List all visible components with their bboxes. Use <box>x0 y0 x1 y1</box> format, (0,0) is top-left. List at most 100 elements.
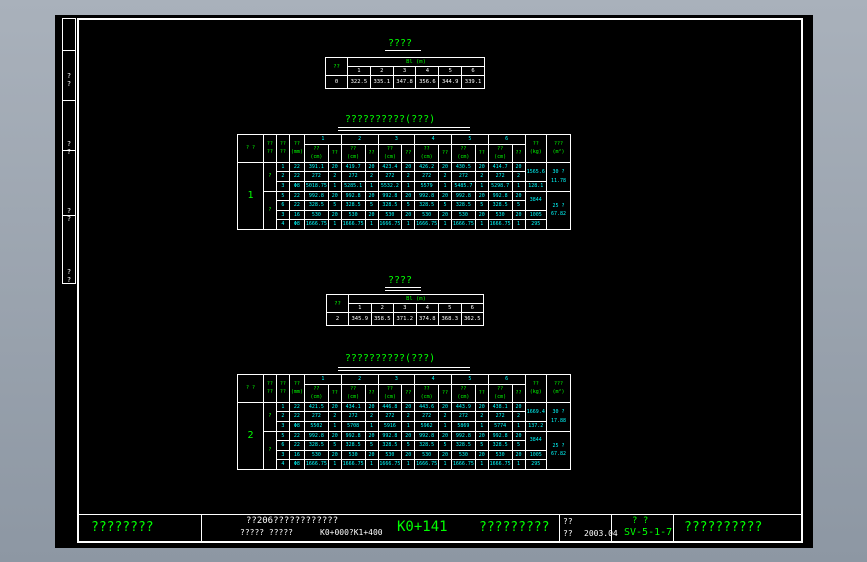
sub-header-count: ?? <box>401 143 416 163</box>
bar-count: 1 <box>511 219 526 230</box>
group-header: 2 <box>340 134 379 145</box>
sub-header-line: ?? <box>313 385 320 392</box>
bar-length: 530 <box>377 209 403 221</box>
bar-diameter: 22 <box>288 171 306 182</box>
station-label: K0+141 <box>397 519 448 535</box>
summary-group-header: Bl (m) <box>348 294 484 304</box>
bar-length: 421.5 <box>304 401 329 413</box>
col-header-line: ?? <box>279 140 286 147</box>
bar-length: 992.8 <box>414 190 440 202</box>
sub-header-length: ?? (cm) <box>414 143 440 163</box>
col-header-line: ?? <box>266 149 273 156</box>
bar-length: 1666.75 <box>304 219 329 230</box>
sub-header-line: (cm) <box>310 394 323 401</box>
bar-length: 430.5 <box>451 161 476 173</box>
group-header: 4 <box>414 134 452 145</box>
bar-length: 5708 <box>340 420 366 432</box>
sub-header-length: ?? (cm) <box>304 143 329 163</box>
col-header-line: ??? <box>554 380 564 387</box>
bar-count: 20 <box>401 430 416 442</box>
block-label: ? <box>262 161 277 192</box>
summary-col: 6 <box>460 303 484 313</box>
bar-number: 4 <box>275 459 290 470</box>
main-title-1: ??????????(???) <box>344 114 436 125</box>
bar-length: 5298.7 <box>487 180 513 192</box>
bar-count: 20 <box>327 401 342 413</box>
area-cell: 25 ? 67.82 <box>546 430 571 470</box>
sub-header-count: ?? <box>474 143 489 163</box>
pier-number: 1 <box>237 161 264 230</box>
bar-count: 5 <box>474 200 489 211</box>
bar-count: 20 <box>364 209 379 221</box>
strip-divider <box>62 50 76 51</box>
bar-count: 5 <box>401 200 416 211</box>
col-header: ???? <box>275 134 290 163</box>
bar-count: 5 <box>364 440 379 451</box>
bar-number: 3 <box>275 180 290 192</box>
sub-header-line: (cm) <box>347 154 360 161</box>
bar-length: 992.8 <box>304 430 329 442</box>
area-value: 25 ? <box>552 202 565 209</box>
col-header-weight: ?? (kg) <box>524 134 548 163</box>
pier-number: 2 <box>237 401 264 470</box>
bar-length: 328.5 <box>414 440 440 451</box>
bar-count: 20 <box>438 190 452 202</box>
summary-value: 344.9 <box>438 75 463 89</box>
bar-length: 272 <box>487 171 513 182</box>
col-header-line: ?? <box>266 140 273 147</box>
drawing-name: ????????? <box>479 520 550 535</box>
strip-label: ? ? <box>66 207 72 223</box>
summary-title-1: ???? <box>387 38 413 49</box>
area-value: 11.78 <box>551 177 567 184</box>
bar-count: 1 <box>474 459 489 470</box>
summary-header: ?? <box>325 57 348 76</box>
sub-header-line: (cm) <box>310 154 323 161</box>
sub-header-line: (cm) <box>347 394 360 401</box>
bar-count: 20 <box>327 449 342 461</box>
bar-count: 20 <box>511 401 526 413</box>
bar-length: 328.5 <box>377 200 403 211</box>
main-title-2: ??????????(???) <box>344 353 436 364</box>
bar-count: 5 <box>511 200 526 211</box>
bar-diameter: 22 <box>288 200 306 211</box>
bar-count: 1 <box>438 180 452 192</box>
sub-header-line: ?? <box>313 145 320 152</box>
sub-header-line: (cm) <box>494 394 507 401</box>
bar-length: 328.5 <box>340 200 366 211</box>
bar-count: 1 <box>511 420 526 432</box>
title-underline <box>385 287 421 288</box>
bar-length: 328.5 <box>414 200 440 211</box>
sub-header-length: ?? (cm) <box>414 383 440 403</box>
bar-length: 992.8 <box>377 190 403 202</box>
bar-length: 272 <box>451 411 476 422</box>
bar-length: 530 <box>304 209 329 221</box>
bar-length: 1666.75 <box>451 459 476 470</box>
sub-header-line: ?? <box>423 385 430 392</box>
weight-value: 3844 <box>524 430 548 451</box>
sub-header-length: ?? (cm) <box>451 143 476 163</box>
bar-count: 1 <box>511 180 526 192</box>
bar-length: 530 <box>304 449 329 461</box>
sub-header-line: ?? <box>423 145 430 152</box>
bar-length: 272 <box>340 411 366 422</box>
bar-number: 2 <box>275 411 290 422</box>
bar-count: 1 <box>401 420 416 432</box>
summary-col: 4 <box>415 303 439 313</box>
bar-count: 1 <box>327 420 342 432</box>
sub-header-length: ?? (cm) <box>304 383 329 403</box>
bar-diameter: Φ8 <box>288 420 306 432</box>
col-header-pier: ? ? <box>237 374 264 403</box>
bar-length: 328.5 <box>451 200 476 211</box>
col-header: ?? (mm) <box>288 374 306 403</box>
sub-header-count: ?? <box>327 383 342 403</box>
bar-length: 272 <box>304 171 329 182</box>
summary-value: 347.8 <box>392 75 417 89</box>
bar-count: 2 <box>511 411 526 422</box>
bar-length: 992.8 <box>340 430 366 442</box>
bar-length: 530 <box>340 449 366 461</box>
summary-value: 358.5 <box>370 312 394 326</box>
bar-number: 1 <box>275 401 290 413</box>
sub-header-length: ?? (cm) <box>340 143 366 163</box>
bar-diameter: 22 <box>288 401 306 413</box>
summary-value: 335.1 <box>369 75 394 89</box>
